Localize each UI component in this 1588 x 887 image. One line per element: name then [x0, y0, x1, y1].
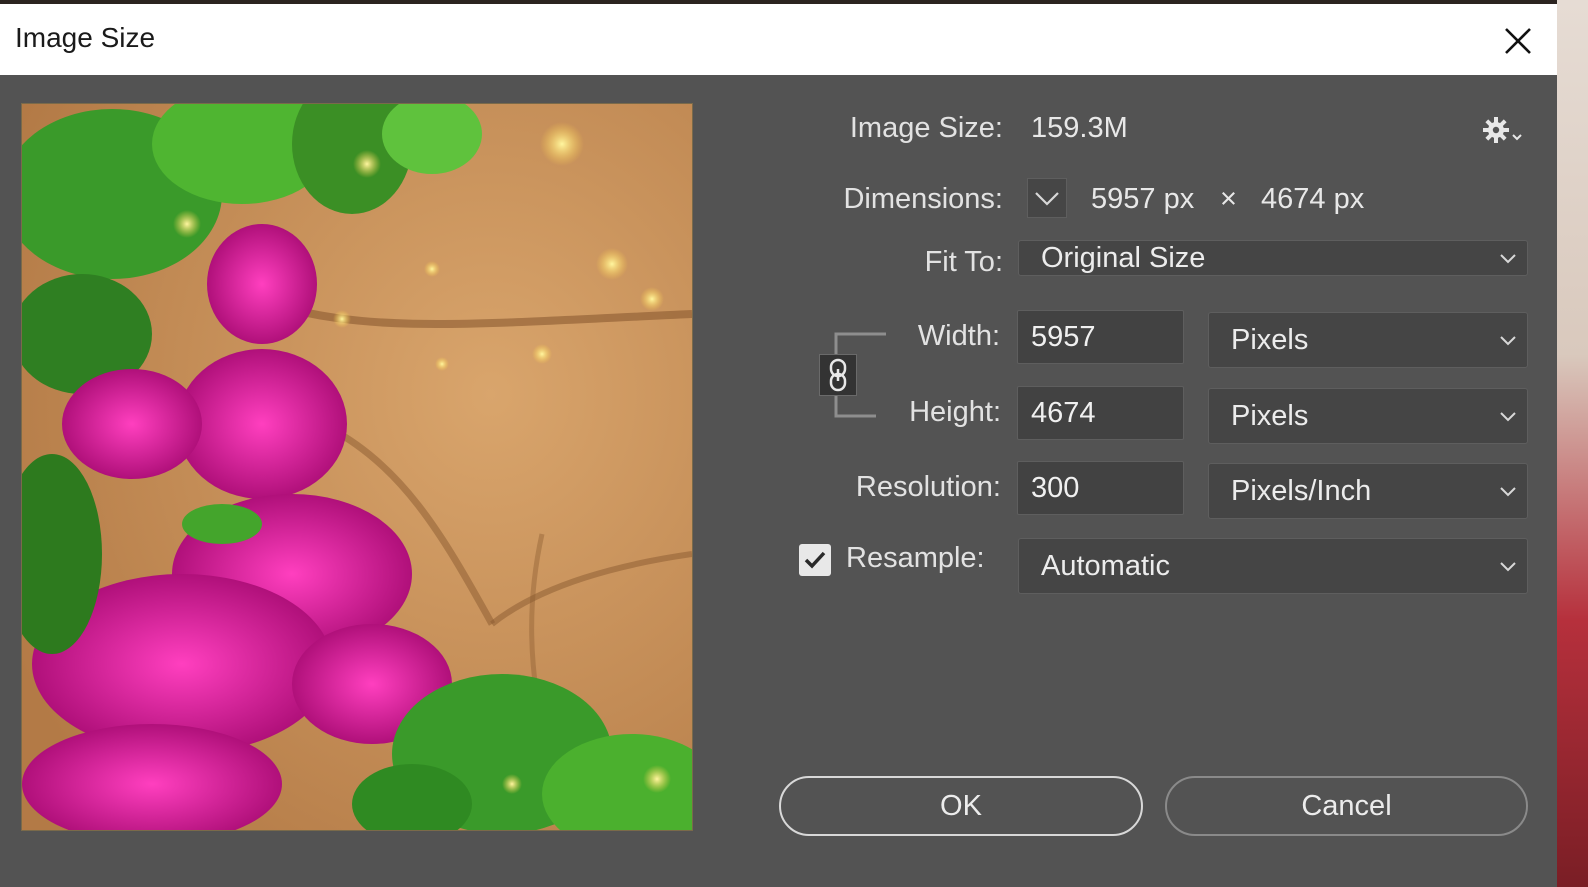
resample-checkbox[interactable]	[799, 544, 831, 576]
dimensions-times: ×	[1220, 183, 1237, 215]
chevron-down-icon	[1500, 562, 1516, 572]
chevron-down-icon	[1500, 254, 1516, 264]
chevron-down-icon	[1035, 192, 1059, 206]
resample-method-dropdown[interactable]: Automatic	[1018, 538, 1528, 594]
gear-icon	[1483, 117, 1522, 143]
dimensions-width: 5957 px	[1091, 183, 1195, 215]
checkmark-icon	[804, 551, 826, 569]
dialog-title: Image Size	[15, 22, 156, 53]
height-unit-value: Pixels	[1231, 400, 1309, 432]
fit-to-dropdown[interactable]: Original Size	[1018, 240, 1528, 276]
title-bar: Image Size	[0, 4, 1557, 75]
image-size-dialog: Image Size Image Size: 159.3M Dimensions…	[0, 4, 1557, 887]
height-unit-dropdown[interactable]: Pixels	[1208, 388, 1528, 444]
resample-method-value: Automatic	[1041, 550, 1170, 582]
width-unit-dropdown[interactable]: Pixels	[1208, 312, 1528, 368]
preview-image	[22, 104, 692, 830]
resolution-unit-value: Pixels/Inch	[1231, 475, 1372, 507]
width-unit-value: Pixels	[1231, 324, 1309, 356]
fit-to-label: Fit To:	[924, 246, 1003, 278]
height-input[interactable]	[1017, 386, 1184, 440]
chain-link-icon	[829, 358, 847, 392]
close-icon	[1505, 28, 1531, 54]
resample-label: Resample:	[846, 542, 985, 574]
background-photo-edge	[1557, 0, 1588, 887]
chevron-down-icon	[1500, 412, 1516, 422]
width-label: Width:	[917, 320, 1000, 352]
dimensions-label: Dimensions:	[843, 183, 1003, 215]
cancel-button[interactable]: Cancel	[1165, 776, 1528, 836]
ok-button[interactable]: OK	[779, 776, 1143, 836]
dimensions-height: 4674 px	[1261, 183, 1365, 215]
image-size-label: Image Size:	[849, 112, 1003, 144]
close-button[interactable]	[1497, 20, 1539, 62]
dimensions-unit-toggle[interactable]	[1027, 178, 1067, 218]
image-size-value: 159.3M	[1031, 112, 1128, 144]
constrain-proportions-button[interactable]	[819, 354, 857, 396]
resolution-unit-dropdown[interactable]: Pixels/Inch	[1208, 463, 1528, 519]
height-label: Height:	[909, 396, 1001, 428]
image-preview[interactable]	[21, 103, 693, 831]
chevron-down-icon	[1500, 336, 1516, 346]
resolution-label: Resolution:	[855, 471, 1001, 503]
fit-to-value: Original Size	[1041, 242, 1206, 274]
width-input[interactable]	[1017, 310, 1184, 364]
resolution-input[interactable]	[1017, 461, 1184, 515]
chevron-down-icon	[1500, 487, 1516, 497]
settings-button[interactable]	[1480, 114, 1526, 150]
